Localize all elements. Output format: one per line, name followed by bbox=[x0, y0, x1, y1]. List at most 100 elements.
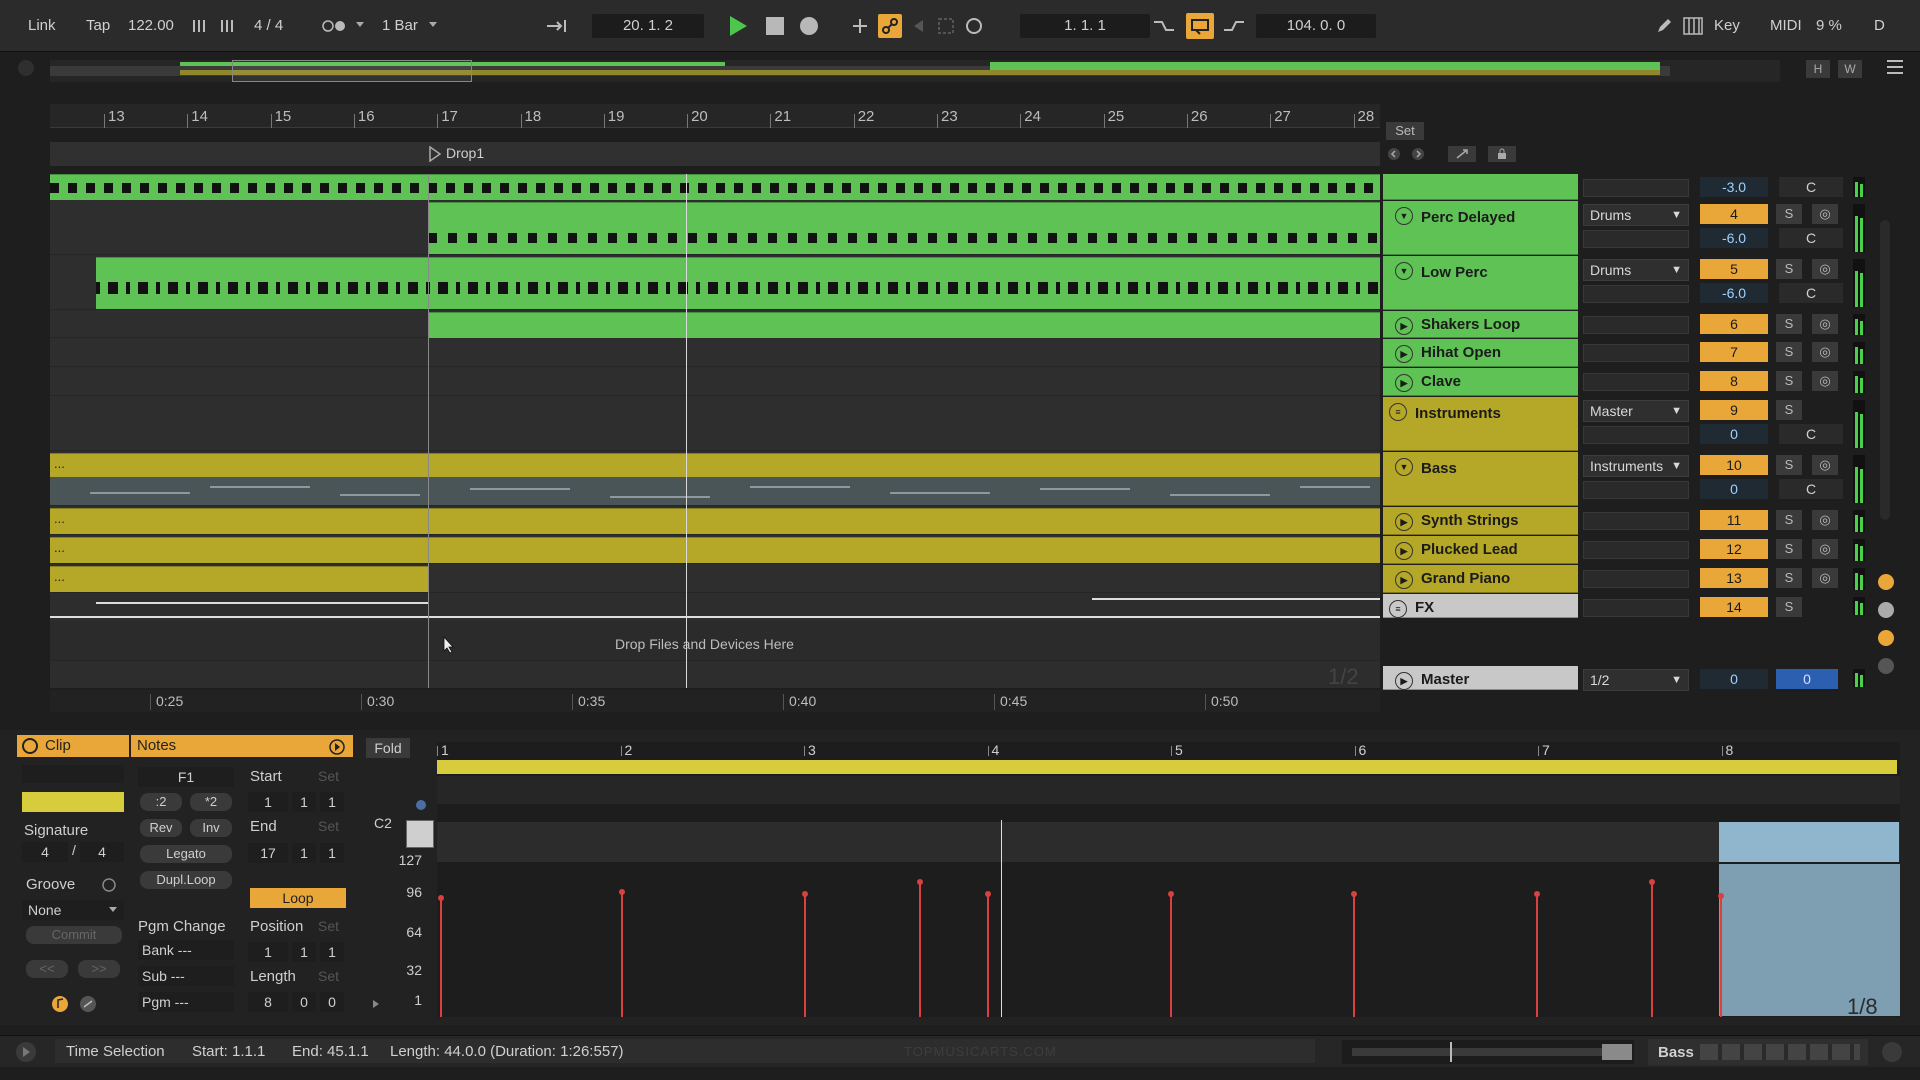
track-volume[interactable]: -6.0 bbox=[1700, 283, 1768, 303]
solo-button[interactable]: S bbox=[1776, 204, 1802, 224]
returns-toggle-icon[interactable] bbox=[1876, 600, 1896, 620]
back-to-arrangement-icon[interactable] bbox=[910, 16, 930, 36]
solo-button[interactable]: S bbox=[1776, 510, 1802, 530]
track-fold-icon[interactable]: ▶ bbox=[1395, 571, 1413, 589]
track-activator[interactable]: 9 bbox=[1700, 400, 1768, 420]
end-set-button[interactable]: Set bbox=[318, 818, 339, 834]
track-activator[interactable]: 12 bbox=[1700, 539, 1768, 559]
track-input-chooser[interactable]: Drums ▼ bbox=[1583, 204, 1689, 226]
track-header[interactable]: ≡ FX bbox=[1383, 594, 1578, 618]
track-pan[interactable]: C bbox=[1779, 177, 1843, 197]
track-overview-minimap[interactable] bbox=[1342, 1040, 1634, 1064]
start-beat[interactable]: 1 bbox=[292, 792, 316, 812]
sub-bank-field[interactable]: Sub --- bbox=[138, 966, 234, 986]
groove-hot-swap-icon[interactable] bbox=[100, 876, 118, 894]
track-header[interactable]: ≡ Instruments bbox=[1383, 397, 1578, 451]
midi-clip-content[interactable] bbox=[50, 477, 1380, 505]
chevron-down-icon[interactable]: ▼ bbox=[1671, 205, 1682, 225]
nudge-down-icon[interactable] bbox=[192, 18, 210, 34]
track-header[interactable]: ▶ Hihat Open bbox=[1383, 339, 1578, 367]
expand-icon[interactable] bbox=[1448, 146, 1476, 162]
arm-icon[interactable]: ◎ bbox=[1812, 204, 1838, 224]
locator-lane[interactable]: Drop1 bbox=[50, 142, 1380, 166]
signature-denominator[interactable]: 4 bbox=[80, 842, 124, 862]
length-sixteenth[interactable]: 0 bbox=[320, 992, 344, 1012]
commit-button[interactable]: Commit bbox=[26, 926, 122, 944]
track-name[interactable]: Instruments bbox=[1415, 405, 1501, 422]
next-clip-button[interactable]: >> bbox=[78, 960, 120, 978]
set-locator-button[interactable]: Set bbox=[1386, 122, 1424, 140]
chevron-down-icon[interactable]: ▼ bbox=[1671, 456, 1682, 476]
vertical-scrollbar[interactable] bbox=[1880, 220, 1890, 520]
tap-button[interactable]: Tap bbox=[86, 14, 110, 38]
solo-button[interactable]: S bbox=[1776, 568, 1802, 588]
mixer-toggle-icon[interactable] bbox=[1876, 628, 1896, 648]
follow-icon[interactable] bbox=[545, 16, 571, 36]
length-bar[interactable]: 8 bbox=[248, 992, 288, 1012]
quantize-menu[interactable]: 1 Bar bbox=[382, 14, 418, 38]
track-name[interactable]: Master bbox=[1421, 671, 1469, 688]
track-header[interactable]: ▶ Master bbox=[1383, 666, 1578, 690]
clip-activator-icon[interactable] bbox=[22, 738, 38, 754]
midi-note-icon[interactable] bbox=[50, 994, 70, 1014]
stop-icon[interactable] bbox=[764, 15, 786, 37]
track-header[interactable]: ▶ Clave bbox=[1383, 368, 1578, 396]
velocity-handle[interactable] bbox=[985, 891, 991, 897]
length-beat[interactable]: 0 bbox=[292, 992, 316, 1012]
solo-button[interactable]: S bbox=[1776, 455, 1802, 475]
track-activator[interactable]: 5 bbox=[1700, 259, 1768, 279]
arrangement-overview[interactable] bbox=[50, 60, 1780, 82]
track-activator[interactable]: 10 bbox=[1700, 455, 1768, 475]
prev-clip-button[interactable]: << bbox=[26, 960, 68, 978]
time-signature-field[interactable]: 4 / 4 bbox=[254, 14, 283, 38]
track-pan[interactable]: C bbox=[1779, 228, 1843, 248]
arm-icon[interactable]: ◎ bbox=[1812, 342, 1838, 362]
drop-zone-hint[interactable]: Drop Files and Devices Here bbox=[615, 636, 794, 652]
arm-icon[interactable]: ◎ bbox=[1812, 371, 1838, 391]
info-toggle-icon[interactable] bbox=[14, 1040, 38, 1064]
track-name[interactable]: Clave bbox=[1421, 373, 1461, 390]
overview-viewport[interactable] bbox=[232, 60, 472, 82]
velocity-handle[interactable] bbox=[619, 889, 625, 895]
halve-button[interactable]: :2 bbox=[140, 793, 182, 811]
solo-button[interactable]: S bbox=[1776, 342, 1802, 362]
loop-brace[interactable] bbox=[437, 760, 1897, 774]
track-header[interactable] bbox=[1383, 174, 1578, 200]
duplicate-loop-button[interactable]: Dupl.Loop bbox=[140, 871, 232, 889]
loop-switch-icon[interactable] bbox=[1186, 13, 1214, 39]
bank-field[interactable]: Bank --- bbox=[138, 940, 234, 960]
optimize-width-button[interactable]: W bbox=[1838, 60, 1862, 78]
notes-options-icon[interactable] bbox=[328, 738, 346, 756]
envelope-icon[interactable] bbox=[78, 994, 98, 1014]
track-input-chooser[interactable] bbox=[1583, 570, 1689, 588]
track-input-chooser[interactable] bbox=[1583, 512, 1689, 530]
link-button[interactable]: Link bbox=[28, 14, 56, 38]
punch-out-icon[interactable] bbox=[1222, 16, 1246, 36]
locator-flag-icon[interactable] bbox=[427, 146, 443, 162]
track-fold-icon[interactable]: ▶ bbox=[1395, 542, 1413, 560]
track-volume[interactable]: 0 bbox=[1700, 424, 1768, 444]
track-input-chooser[interactable] bbox=[1583, 344, 1689, 362]
track-fold-icon[interactable]: ▶ bbox=[1395, 317, 1413, 335]
arm-icon[interactable]: ◎ bbox=[1812, 455, 1838, 475]
length-set-button[interactable]: Set bbox=[318, 968, 339, 984]
track-volume[interactable]: 0 bbox=[1700, 479, 1768, 499]
track-fold-icon[interactable]: ▶ bbox=[1395, 513, 1413, 531]
velocity-handle[interactable] bbox=[917, 879, 923, 885]
arrangement-clip[interactable] bbox=[96, 257, 1380, 309]
track-input-chooser[interactable]: Drums ▼ bbox=[1583, 259, 1689, 281]
chevron-down-icon[interactable]: ▼ bbox=[1671, 260, 1682, 280]
track-name[interactable]: Low Perc bbox=[1421, 264, 1488, 281]
track-fold-icon[interactable]: ▶ bbox=[1395, 374, 1413, 392]
chevron-down-icon[interactable]: ▼ bbox=[1671, 401, 1682, 421]
track-activator[interactable]: 4 bbox=[1700, 204, 1768, 224]
track-input-chooser[interactable] bbox=[1583, 316, 1689, 334]
track-volume[interactable]: -3.0 bbox=[1700, 177, 1768, 197]
end-bar[interactable]: 17 bbox=[248, 843, 288, 863]
velocity-editor[interactable] bbox=[437, 862, 1900, 1017]
metronome-icon[interactable] bbox=[320, 18, 350, 34]
device-chain-minimap[interactable] bbox=[1700, 1044, 1860, 1060]
menu-icon[interactable] bbox=[1884, 56, 1906, 78]
chevron-down-icon[interactable] bbox=[428, 20, 438, 30]
record-icon[interactable] bbox=[797, 14, 821, 38]
